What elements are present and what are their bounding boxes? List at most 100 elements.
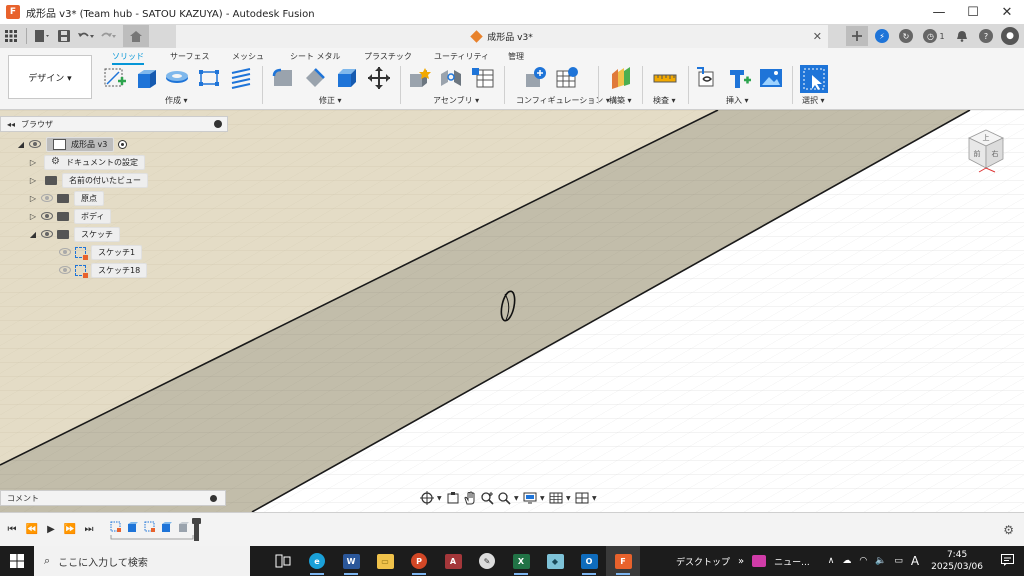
- close-tab-icon[interactable]: ✕: [813, 30, 822, 43]
- chevron-down-icon[interactable]: ▼: [566, 495, 572, 502]
- ime-mode-indicator[interactable]: A: [907, 554, 923, 568]
- pan-hand-icon[interactable]: [463, 491, 477, 505]
- task-view-icon[interactable]: [266, 546, 300, 576]
- zoom-icon[interactable]: [480, 491, 494, 505]
- panel-minimize-icon[interactable]: [214, 120, 222, 128]
- measure-icon[interactable]: [652, 65, 678, 91]
- tab-manage[interactable]: 管理: [508, 51, 524, 62]
- zoom-window-icon[interactable]: [497, 491, 511, 505]
- visibility-eye-icon[interactable]: [41, 194, 53, 202]
- active-component-radio[interactable]: [118, 139, 128, 149]
- edge-browser-icon[interactable]: e: [300, 546, 334, 576]
- new-tab-icon[interactable]: [846, 26, 868, 46]
- desktop-toolbar-label[interactable]: デスクトップ: [672, 555, 734, 568]
- browser-item-bodies[interactable]: ▷ ボディ: [0, 207, 228, 225]
- windows-start-icon[interactable]: [0, 546, 34, 576]
- create-sketch-icon[interactable]: [102, 65, 128, 91]
- notification-center-icon[interactable]: [991, 553, 1024, 569]
- timeline-extrude-icon[interactable]: [127, 521, 139, 533]
- joint-icon[interactable]: [438, 65, 464, 91]
- extrude-icon[interactable]: [133, 65, 159, 91]
- browser-item-sketches[interactable]: ◢ スケッチ: [0, 225, 228, 243]
- fusion-taskbar-icon[interactable]: F: [606, 546, 640, 576]
- extensions-icon[interactable]: ⚡: [872, 26, 892, 46]
- bom-table-icon[interactable]: [470, 65, 496, 91]
- comments-panel[interactable]: コメント: [0, 490, 226, 506]
- battery-icon[interactable]: ▭: [890, 556, 907, 566]
- home-icon[interactable]: [123, 25, 149, 47]
- file-menu-icon[interactable]: [31, 25, 53, 47]
- wifi-icon[interactable]: ◠: [855, 556, 871, 566]
- collapsed-triangle-icon[interactable]: ▷: [28, 176, 38, 185]
- browser-item-named-views[interactable]: ▷ 名前の付いたビュー: [0, 171, 228, 189]
- paint-icon[interactable]: ✎: [470, 546, 504, 576]
- group-insert[interactable]: 挿入 ▾: [726, 95, 749, 106]
- cloud-sync-icon[interactable]: ☁: [838, 556, 855, 566]
- chevron-down-icon[interactable]: ▼: [540, 495, 546, 502]
- collapsed-triangle-icon[interactable]: ▷: [28, 194, 38, 203]
- tab-sheet-metal[interactable]: シート メタル: [290, 51, 341, 62]
- view-cube[interactable]: 上 前 右: [966, 128, 1006, 174]
- insert-canvas-icon[interactable]: [758, 65, 784, 91]
- press-pull-icon[interactable]: [270, 65, 296, 91]
- file-explorer-icon[interactable]: ▭: [368, 546, 402, 576]
- close-button[interactable]: ✕: [990, 0, 1024, 24]
- timeline-sketch-icon[interactable]: [110, 521, 122, 533]
- visibility-eye-icon[interactable]: [59, 248, 71, 256]
- taskbar-clock[interactable]: 7:45 2025/03/06: [923, 549, 991, 573]
- move-copy-icon[interactable]: [366, 65, 392, 91]
- help-icon[interactable]: ?: [976, 26, 996, 46]
- go-to-end-icon[interactable]: ⏭: [83, 523, 95, 535]
- tab-utilities[interactable]: ユーティリティ: [434, 51, 489, 62]
- play-icon[interactable]: ▶: [45, 523, 57, 535]
- group-inspect[interactable]: 検査 ▾: [653, 95, 676, 106]
- group-create[interactable]: 作成 ▾: [165, 95, 188, 106]
- look-at-icon[interactable]: [446, 491, 460, 505]
- timeline-shell-icon[interactable]: [178, 521, 190, 533]
- notes-app-icon[interactable]: ◆: [538, 546, 572, 576]
- insert-mcmaster-icon[interactable]: [726, 65, 752, 91]
- group-configure[interactable]: コンフィギュレーション ▾: [516, 95, 610, 106]
- access-icon[interactable]: A: [436, 546, 470, 576]
- show-hidden-icons-icon[interactable]: ∧: [824, 556, 839, 566]
- select-icon[interactable]: [800, 65, 828, 93]
- chevron-down-icon[interactable]: ▼: [514, 495, 520, 502]
- configure-icon[interactable]: [522, 65, 548, 91]
- browser-header[interactable]: ◂◂ ブラウザ: [0, 116, 228, 132]
- volume-muted-icon[interactable]: 🔈: [871, 556, 890, 566]
- timeline-extrude-icon[interactable]: [161, 521, 173, 533]
- job-status-icon[interactable]: ◷ 1: [920, 26, 948, 46]
- news-widget-icon[interactable]: [748, 546, 770, 576]
- grid-snaps-icon[interactable]: [549, 491, 563, 505]
- viewports-icon[interactable]: [575, 491, 589, 505]
- taskbar-search-box[interactable]: ⌕ ここに入力して検索: [34, 546, 250, 576]
- chevron-right-icon[interactable]: »: [734, 556, 748, 567]
- collapsed-triangle-icon[interactable]: ▷: [28, 158, 38, 167]
- news-widget-label[interactable]: ニュー...: [770, 555, 814, 568]
- fillet-icon[interactable]: [302, 65, 328, 91]
- chevron-down-icon[interactable]: ▼: [437, 495, 443, 502]
- revolve-icon[interactable]: [164, 65, 190, 91]
- undo-icon[interactable]: [75, 25, 97, 47]
- visibility-eye-icon[interactable]: [59, 266, 71, 274]
- pattern-icon[interactable]: [228, 65, 254, 91]
- add-comment-icon[interactable]: [210, 494, 217, 502]
- group-construct[interactable]: 構築 ▾: [609, 95, 632, 106]
- visibility-eye-icon[interactable]: [41, 230, 53, 238]
- timeline-settings-gear-icon[interactable]: ⚙: [1003, 523, 1014, 537]
- tab-mesh[interactable]: メッシュ: [232, 51, 264, 62]
- step-forward-icon[interactable]: ⏩: [64, 523, 76, 535]
- insert-derive-icon[interactable]: [694, 65, 720, 91]
- minimize-button[interactable]: —: [922, 0, 956, 24]
- timeline-sketch-icon[interactable]: [144, 521, 156, 533]
- chevron-down-icon[interactable]: ▼: [592, 495, 598, 502]
- go-to-start-icon[interactable]: ⏮: [6, 523, 18, 535]
- timeline-marker[interactable]: [192, 518, 201, 541]
- offset-plane-icon[interactable]: [608, 65, 634, 91]
- browser-item-document-settings[interactable]: ▷ ⚙ ドキュメントの設定: [0, 153, 228, 171]
- expanded-triangle-icon[interactable]: ◢: [28, 230, 38, 239]
- powerpoint-icon[interactable]: P: [402, 546, 436, 576]
- outlook-icon[interactable]: O: [572, 546, 606, 576]
- root-label-box[interactable]: 成形品 v3: [46, 136, 115, 152]
- visibility-eye-icon[interactable]: [29, 140, 41, 148]
